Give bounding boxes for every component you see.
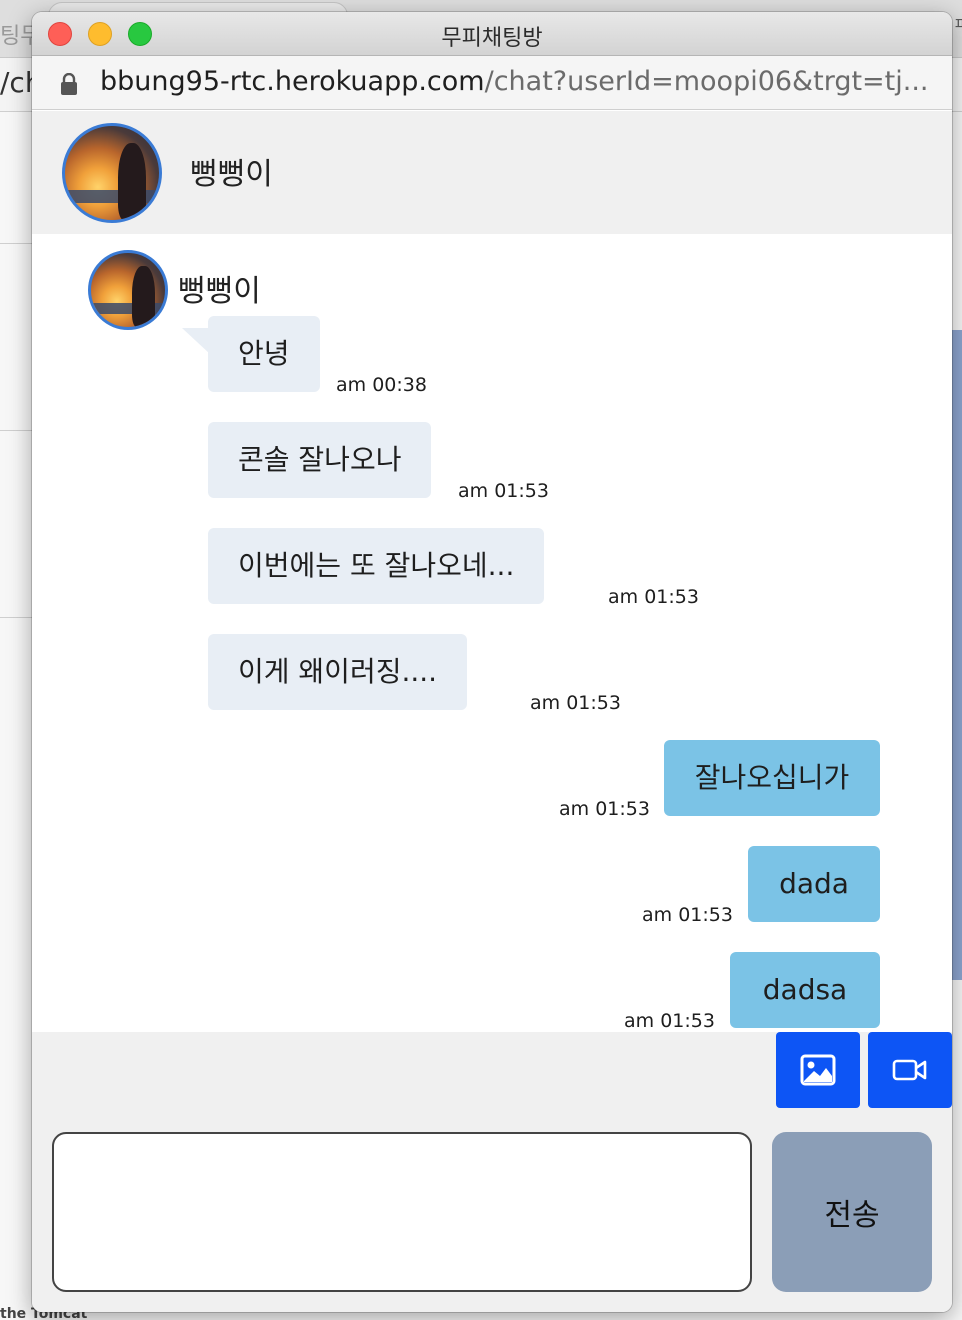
url-host: bbung95-rtc.herokuapp.com <box>100 66 485 97</box>
message-bubble-incoming: 이번에는 또 잘나오네... <box>208 528 545 604</box>
message-bubble-incoming: 안녕 <box>208 316 320 392</box>
background-divider <box>0 617 36 618</box>
message-time: am 01:53 <box>624 1010 715 1032</box>
background-divider <box>0 243 36 244</box>
send-button[interactable]: 전송 <box>772 1132 932 1292</box>
message-time: am 01:53 <box>530 692 621 714</box>
message-time: am 01:53 <box>642 904 733 926</box>
message-bubble-incoming: 이게 왜이러징.... <box>208 634 468 710</box>
title-bar[interactable]: 무피채팅방 <box>32 12 952 56</box>
chat-popup-window: 무피채팅방 bbung95-rtc.herokuapp.com/chat?use… <box>32 12 952 1312</box>
url-text[interactable]: bbung95-rtc.herokuapp.com/chat?userId=mo… <box>100 66 940 97</box>
url-path: /chat?userId=moopi06&trgt=tj... <box>484 66 929 97</box>
message-time: am 01:53 <box>559 798 650 820</box>
window-title: 무피채팅방 <box>441 26 543 51</box>
sender-avatar[interactable] <box>88 250 168 330</box>
composer: 전송 <box>32 1112 952 1312</box>
address-bar[interactable]: bbung95-rtc.herokuapp.com/chat?userId=mo… <box>32 56 952 110</box>
message-bubble-outgoing: 잘나오십니가 <box>664 740 880 816</box>
chat-header: 뻥뻥이 <box>32 111 952 234</box>
lock-icon <box>61 73 77 95</box>
video-call-button[interactable] <box>868 1032 952 1108</box>
message-input[interactable] <box>52 1132 752 1292</box>
message-bubble-outgoing: dada <box>748 846 880 922</box>
partner-avatar[interactable] <box>62 123 162 223</box>
video-camera-icon <box>892 1059 927 1081</box>
sender-name: 뻥뻥이 <box>178 274 261 309</box>
send-image-button[interactable] <box>776 1032 860 1108</box>
message-bubble-incoming: 콘솔 잘나오나 <box>208 422 432 498</box>
message-bubble-outgoing: dadsa <box>730 952 880 1028</box>
message-time: am 01:53 <box>458 480 549 502</box>
message-list[interactable]: 뻥뻥이 안녕 am 00:38 콘솔 잘나오나 am 01:53 이번에는 또 … <box>32 234 952 1032</box>
background-divider <box>0 430 36 431</box>
background-edge-glyph: ㅍ <box>953 14 962 33</box>
bubble-tail <box>182 328 210 354</box>
attachment-toolbar <box>32 1032 952 1112</box>
message-time: am 01:53 <box>608 586 699 608</box>
message-time: am 00:38 <box>336 374 427 396</box>
partner-name: 뻥뻥이 <box>190 157 273 192</box>
image-icon <box>800 1054 836 1086</box>
